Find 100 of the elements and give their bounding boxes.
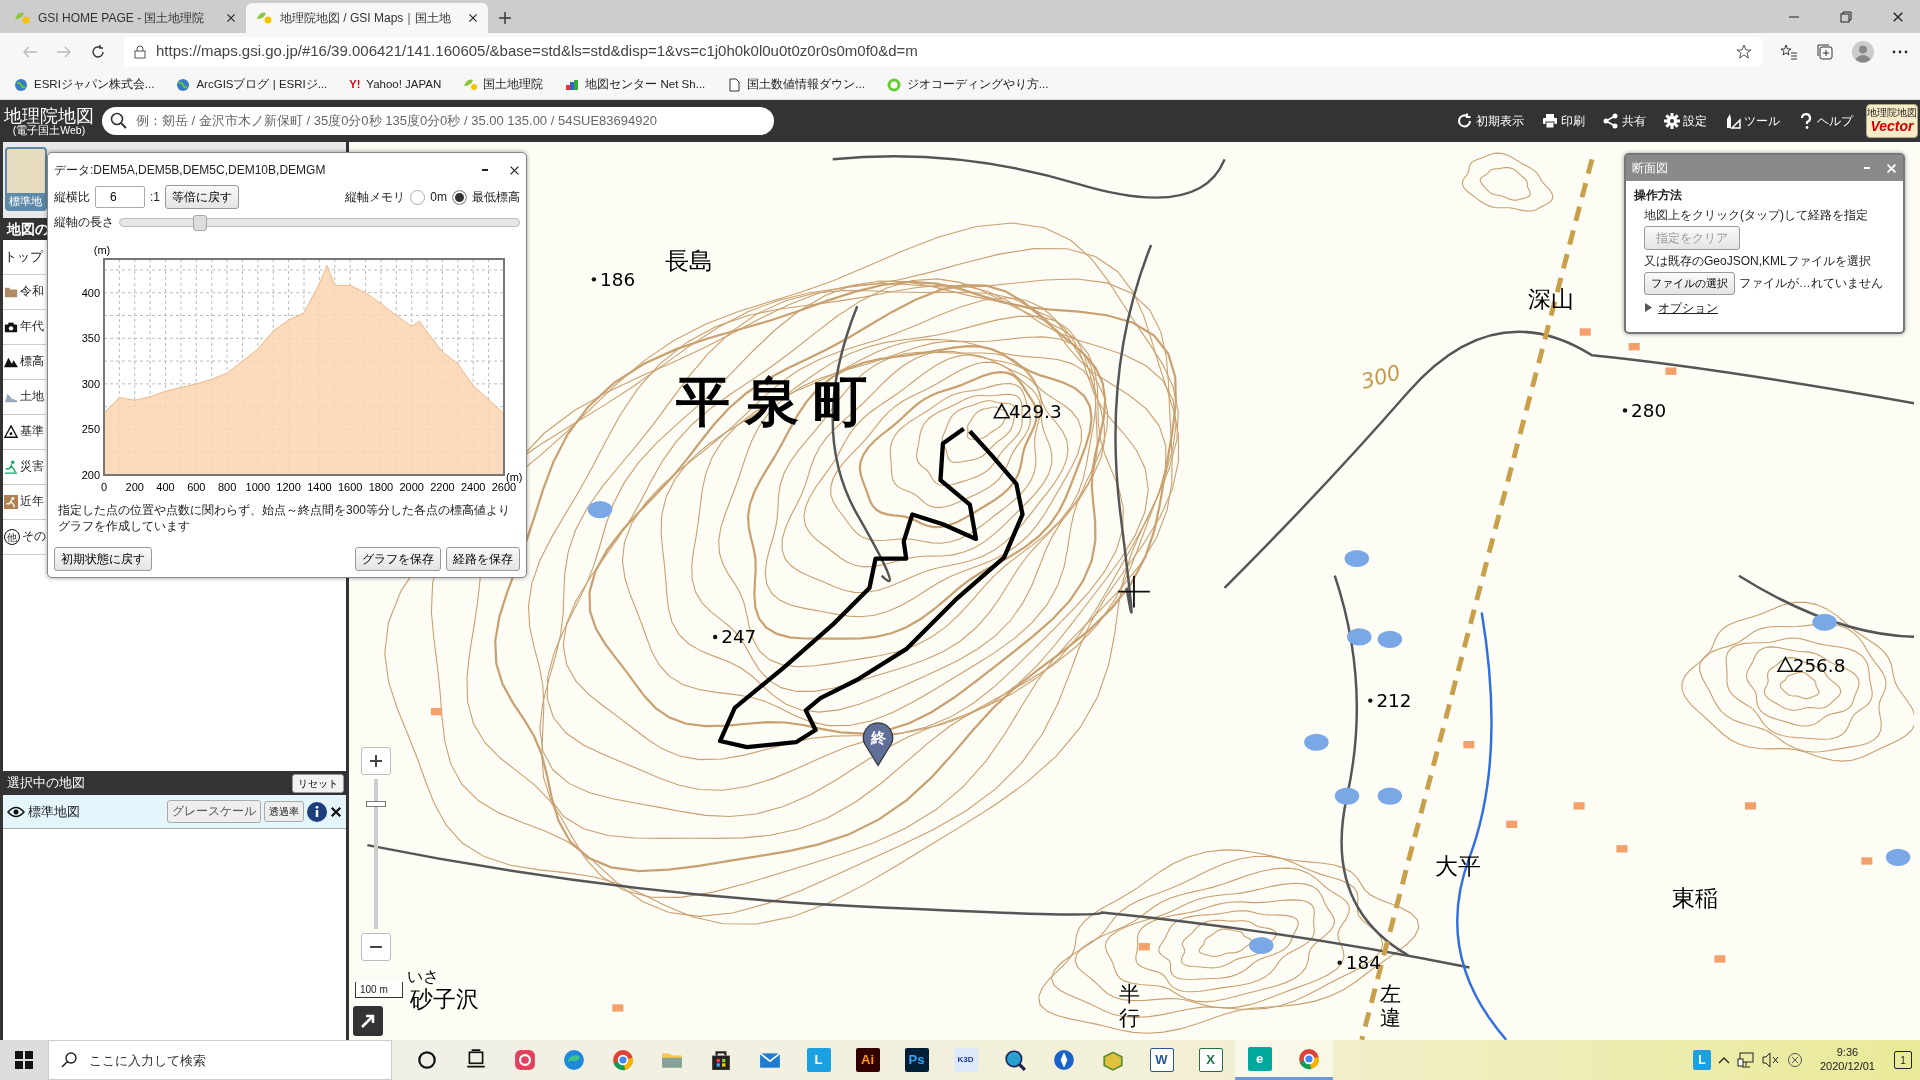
refresh-icon[interactable] (90, 43, 106, 60)
camera-icon (4, 320, 18, 334)
reset-button[interactable]: リセット (292, 773, 344, 793)
panel-heading: 選択中の地図 (7, 774, 85, 793)
map-pin-marker[interactable]: 終 (862, 722, 894, 767)
vector-map-badge[interactable]: 地理院地図 Vector (1866, 104, 1918, 138)
axis-tick-label: 2400 (461, 481, 486, 493)
start-button[interactable] (0, 1040, 48, 1080)
layer-category-item[interactable]: 標高 (3, 345, 46, 380)
network-icon[interactable] (1736, 1052, 1755, 1068)
toolbar-button[interactable]: 設定 (1659, 104, 1712, 138)
layer-category-item[interactable]: 令和 (3, 275, 46, 310)
layer-category-item[interactable]: 基準 (3, 415, 46, 450)
taskbar-app-button[interactable]: W (1137, 1040, 1186, 1080)
slider-thumb[interactable] (192, 214, 207, 231)
radio-button[interactable] (452, 189, 467, 205)
triangle-icon (4, 425, 18, 439)
toolbar-button[interactable]: ツール (1720, 104, 1785, 138)
caret-right-icon[interactable] (1644, 303, 1652, 312)
expand-button[interactable] (353, 1006, 383, 1036)
place-name-label: 深山 (1528, 285, 1575, 313)
more-menu-icon[interactable] (1892, 49, 1908, 54)
radio-button[interactable] (410, 189, 426, 205)
tab-title: GSI HOME PAGE - 国土地理院 (38, 10, 206, 27)
reset-ratio-button[interactable]: 等倍に戻す (165, 185, 239, 209)
circle-icon (415, 1049, 438, 1071)
toolbar-button[interactable]: 印刷 (1537, 104, 1590, 138)
chevron-up-icon[interactable] (1717, 1056, 1730, 1064)
layer-category-item[interactable]: トップ (3, 240, 46, 275)
profile-avatar-icon[interactable] (1852, 40, 1874, 63)
toolbar-button[interactable]: 初期表示 (1452, 104, 1529, 138)
bookmark-link[interactable]: 国土数値情報ダウン... (727, 75, 865, 94)
restore-icon[interactable] (1840, 11, 1852, 23)
ratio-input[interactable]: 6 (95, 186, 145, 208)
speaker-muted-icon[interactable] (1761, 1052, 1780, 1068)
zoom-slider-thumb[interactable] (366, 800, 386, 807)
circle-x-icon[interactable] (1786, 1052, 1803, 1068)
dialog-button[interactable]: 経路を保存 (446, 547, 520, 571)
bookmark-link[interactable]: 地図センター Net Sh... (565, 75, 706, 94)
eye-icon[interactable] (7, 805, 25, 818)
taskbar-app-button[interactable]: Ai (843, 1040, 892, 1080)
pond (1334, 787, 1360, 805)
browser-tab[interactable]: 地理院地図 / GSI Maps｜国土地 (246, 3, 488, 33)
close-icon[interactable] (330, 805, 342, 818)
grayscale-button[interactable]: グレースケール (167, 799, 261, 824)
bookmark-link[interactable]: ジオコーディングやり方... (886, 75, 1049, 94)
magnifier-icon (1003, 1049, 1026, 1071)
printer-icon (1542, 113, 1558, 129)
building-mark (1616, 845, 1628, 853)
layer-category-item[interactable]: 土地 (3, 380, 46, 415)
taskbar-app-button[interactable]: X (1186, 1040, 1235, 1080)
layer-category-item[interactable]: 災害 (3, 450, 46, 485)
instruction-text: 又は既存のGeoJSON,KMLファイルを選択 (1643, 253, 1872, 270)
file-status-text: ファイルが…れていません (1739, 275, 1883, 291)
compass-icon (1052, 1049, 1075, 1071)
taskbar-app-button[interactable]: Ps (892, 1040, 941, 1080)
close-icon[interactable] (468, 13, 478, 23)
file-select-button[interactable]: ファイルの選択 (1644, 272, 1735, 295)
taskbar-search-field[interactable]: ここに入力して検索 (87, 1042, 367, 1078)
contour-elevation-label: 300 (1358, 360, 1404, 394)
dialog-button[interactable]: 初期状態に戻す (54, 547, 152, 571)
field-label: 縦軸の長さ (54, 214, 114, 231)
taskbar-app-button[interactable]: K3D (941, 1040, 990, 1080)
dialog-button[interactable]: グラフを保存 (355, 547, 441, 571)
radio-label: 0m (430, 189, 447, 206)
axis-tick-label: 600 (187, 481, 206, 493)
layer-category-item[interactable]: 近年 (3, 485, 46, 520)
browser-tab[interactable]: GSI HOME PAGE - 国土地理院 (4, 3, 246, 33)
axis-tick-label: 200 (125, 481, 144, 493)
opacity-button[interactable]: 透過率 (264, 801, 304, 822)
address-bar[interactable]: https://maps.gsi.go.jp/#16/39.006421/141.160605/&base=std&ls=std&disp=1&vs=c1j0h0k0l0u0t0z0r0s0m0f0&d=m (124, 36, 1762, 67)
bookmark-link[interactable]: Y! Yahoo! JAPAN (349, 75, 442, 94)
close-icon[interactable] (1892, 11, 1904, 23)
star-icon[interactable] (1736, 43, 1752, 60)
bookmark-link[interactable]: ESRIジャパン株式会... (14, 75, 155, 94)
zoom-in-button[interactable] (361, 747, 391, 775)
layer-category-item[interactable]: 他 その (3, 520, 46, 555)
site-logo[interactable]: 地理院地図 (電子国土Web) (4, 106, 94, 136)
info-icon[interactable] (307, 801, 327, 822)
taskbar-search-box[interactable]: ここに入力して検索 (48, 1040, 392, 1080)
map-thumbnail[interactable]: 標準地 (5, 147, 47, 211)
search-field[interactable]: 例：剱岳 / 金沢市木ノ新保町 / 35度0分0秒 135度0分0秒 / 35.00 135.00 / 54SUE83694920 (102, 107, 774, 135)
layer-category-item[interactable]: 年代 (3, 310, 46, 345)
favorites-list-icon[interactable] (1780, 43, 1798, 60)
bookmark-link[interactable]: 国土地理院 (463, 75, 544, 94)
zoom-out-button[interactable] (361, 933, 391, 961)
collections-icon[interactable] (1816, 42, 1834, 61)
place-name-label: 左違 (1380, 982, 1402, 1031)
close-icon[interactable] (509, 164, 520, 176)
bookmark-link[interactable]: ArcGISブログ | ESRIジ... (176, 75, 328, 94)
notification-icon[interactable]: 1 (1894, 1051, 1912, 1069)
building-mark (1463, 741, 1475, 749)
clock[interactable]: 9:36 2020/12/01 (1819, 1046, 1875, 1074)
toolbar-button[interactable]: 共有 (1598, 104, 1651, 138)
close-icon[interactable] (226, 13, 236, 23)
crosshair-icon (1117, 574, 1151, 609)
toolbar-button[interactable]: ヘルプ (1793, 104, 1858, 138)
new-tab-icon[interactable] (498, 11, 512, 25)
globe-icon (176, 77, 191, 92)
options-link[interactable]: オプション (1658, 298, 1718, 317)
